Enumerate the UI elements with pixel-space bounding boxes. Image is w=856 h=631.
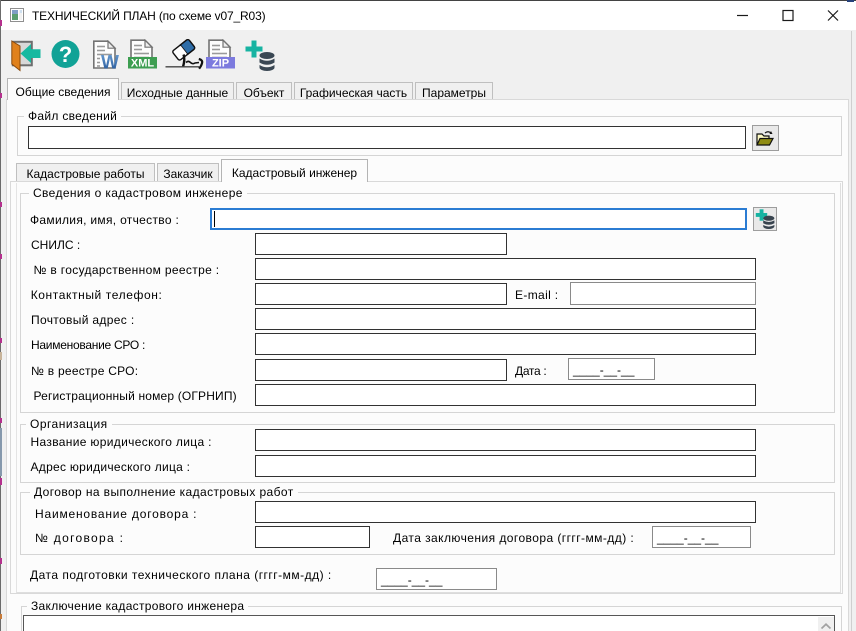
svg-text:ZIP: ZIP: [212, 58, 229, 70]
svg-text:W: W: [101, 53, 119, 70]
svg-text:?: ?: [59, 42, 72, 67]
svg-text:XML: XML: [131, 58, 155, 70]
